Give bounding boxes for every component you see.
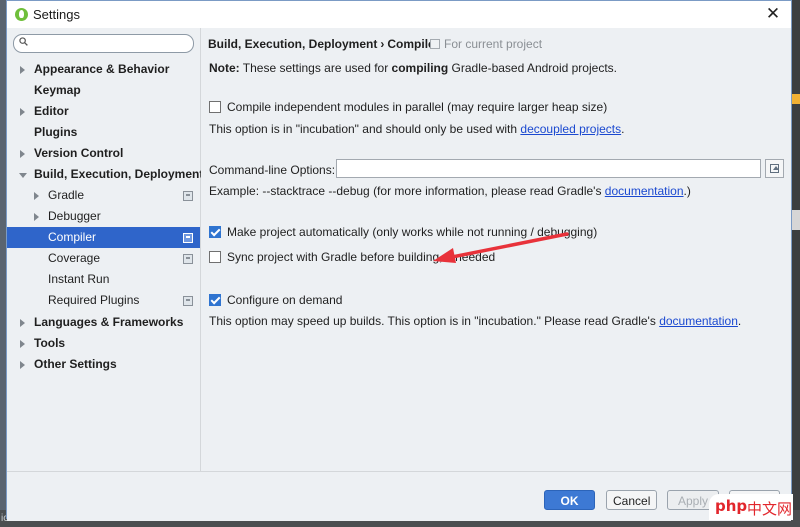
command-line-example-end: .) — [683, 184, 691, 198]
command-line-example: Example: --stacktrace --debug (for more … — [209, 184, 691, 198]
sidebar-item-keymap[interactable]: Keymap — [7, 80, 200, 101]
sidebar-item-coverage[interactable]: Coverage — [7, 248, 200, 269]
sidebar-item-label: Compiler — [48, 230, 97, 244]
sidebar-item-label: Languages & Frameworks — [34, 315, 184, 329]
project-scope-icon — [430, 39, 440, 49]
gradle-documentation-link[interactable]: documentation — [605, 184, 684, 198]
sidebar-item-editor[interactable]: Editor — [7, 101, 200, 122]
sidebar-item-label: Plugins — [34, 125, 78, 139]
configure-demand-checkbox-label[interactable]: Configure on demand — [227, 293, 342, 307]
settings-sidebar: Appearance & Behavior Keymap Editor Plug… — [7, 28, 204, 471]
expand-field-icon[interactable] — [765, 159, 784, 178]
parallel-help-end: . — [621, 122, 625, 136]
sidebar-item-label: Debugger — [48, 209, 101, 223]
search-box[interactable] — [13, 34, 194, 53]
parallel-option-row[interactable]: Compile independent modules in parallel … — [209, 100, 607, 114]
cancel-button[interactable]: Cancel — [606, 490, 657, 510]
annotation-arrow-icon — [433, 232, 569, 263]
configure-demand-help-text: This option may speed up builds. This op… — [209, 314, 660, 328]
configure-demand-option-row[interactable]: Configure on demand — [209, 293, 342, 307]
sidebar-item-other-settings[interactable]: Other Settings — [7, 354, 200, 375]
dialog-footer: OK Cancel Apply Help — [7, 471, 791, 521]
sidebar-item-languages-frameworks[interactable]: Languages & Frameworks — [7, 312, 200, 333]
chevron-right-icon[interactable] — [20, 108, 25, 116]
chevron-right-icon[interactable] — [34, 213, 39, 221]
command-line-label: Command-line Options: — [209, 163, 336, 177]
scope-text: For current project — [444, 37, 543, 51]
parallel-checkbox[interactable] — [209, 101, 221, 113]
sidebar-item-tools[interactable]: Tools — [7, 333, 200, 354]
project-settings-icon — [183, 254, 193, 264]
chevron-right-icon[interactable] — [20, 340, 25, 348]
sidebar-item-debugger[interactable]: Debugger — [7, 206, 200, 227]
parallel-help-text: This option is in "incubation" and shoul… — [209, 122, 521, 136]
sidebar-item-label: Gradle — [48, 188, 85, 202]
sidebar-item-version-control[interactable]: Version Control — [7, 143, 200, 164]
compiler-settings-panel: Build, Execution, Deployment › Compiler Fo… — [201, 28, 791, 471]
parallel-help: This option is in "incubation" and shoul… — [209, 122, 624, 136]
sidebar-item-gradle[interactable]: Gradle — [7, 185, 200, 206]
note-emphasis: compiling — [391, 61, 449, 75]
breadcrumb-parent[interactable]: Build, Execution, Deployment — [208, 37, 377, 51]
sidebar-item-label: Other Settings — [34, 357, 117, 371]
sidebar-item-label: Required Plugins — [48, 293, 140, 307]
chevron-right-icon[interactable] — [20, 66, 25, 74]
breadcrumb: Build, Execution, Deployment › Compiler — [208, 37, 439, 51]
project-settings-icon — [183, 233, 193, 243]
sidebar-item-appearance-behavior[interactable]: Appearance & Behavior — [7, 59, 200, 80]
configure-demand-documentation-link[interactable]: documentation — [659, 314, 738, 328]
settings-dialog: Settings ✕ Appearance & Behavior Keymap … — [6, 0, 793, 521]
sidebar-item-instant-run[interactable]: Instant Run — [7, 269, 200, 290]
configure-demand-checkbox[interactable] — [209, 294, 221, 306]
configure-demand-help: This option may speed up builds. This op… — [209, 314, 741, 328]
sidebar-item-required-plugins[interactable]: Required Plugins — [7, 290, 200, 311]
command-line-example-text: Example: --stacktrace --debug (for more … — [209, 184, 605, 198]
sidebar-item-label: Tools — [34, 336, 66, 350]
chevron-right-icon[interactable] — [20, 150, 25, 158]
parallel-checkbox-label[interactable]: Compile independent modules in parallel … — [227, 100, 607, 114]
search-icon — [19, 37, 28, 46]
sync-gradle-checkbox[interactable] — [209, 251, 221, 263]
compiler-note: Note: These settings are used for compil… — [209, 61, 617, 75]
decoupled-projects-link[interactable]: decoupled projects — [520, 122, 621, 136]
breadcrumb-separator: › — [380, 37, 385, 51]
sidebar-item-label: Appearance & Behavior — [34, 62, 170, 76]
note-prefix: Note: — [209, 61, 240, 75]
chevron-right-icon[interactable] — [34, 192, 39, 200]
sidebar-item-compiler[interactable]: Compiler — [7, 227, 200, 248]
sidebar-item-label: Keymap — [34, 83, 81, 97]
window-title: Settings — [33, 7, 80, 22]
note-text-after: Gradle-based Android projects. — [448, 61, 617, 75]
project-settings-icon — [183, 296, 193, 306]
sidebar-item-plugins[interactable]: Plugins — [7, 122, 200, 143]
scope-label: For current project — [430, 37, 542, 51]
close-icon[interactable]: ✕ — [763, 4, 783, 24]
php-cn-watermark: php 中文网 — [709, 494, 793, 520]
sidebar-item-label: Coverage — [48, 251, 101, 265]
make-auto-checkbox[interactable] — [209, 226, 221, 238]
configure-demand-help-end: . — [737, 314, 742, 328]
ok-button[interactable]: OK — [544, 490, 595, 510]
android-studio-icon — [15, 8, 28, 21]
sidebar-item-label: Instant Run — [48, 272, 110, 286]
title-bar: Settings ✕ — [7, 1, 791, 28]
chevron-right-icon[interactable] — [20, 361, 25, 369]
chevron-down-icon[interactable] — [19, 173, 27, 178]
chevron-right-icon[interactable] — [20, 319, 25, 327]
sidebar-item-label: Build, Execution, Deployment — [34, 167, 204, 181]
sidebar-item-label: Version Control — [34, 146, 124, 160]
sidebar-item-build-execution-deployment[interactable]: Build, Execution, Deployment — [7, 164, 204, 185]
sidebar-item-label: Editor — [34, 104, 69, 118]
watermark-php: php — [715, 497, 748, 515]
search-input[interactable] — [32, 35, 186, 52]
note-text-before: These settings are used for — [239, 61, 392, 75]
watermark-cn: 中文网 — [747, 500, 793, 518]
command-line-options-input[interactable] — [336, 159, 761, 178]
project-settings-icon — [183, 191, 193, 201]
